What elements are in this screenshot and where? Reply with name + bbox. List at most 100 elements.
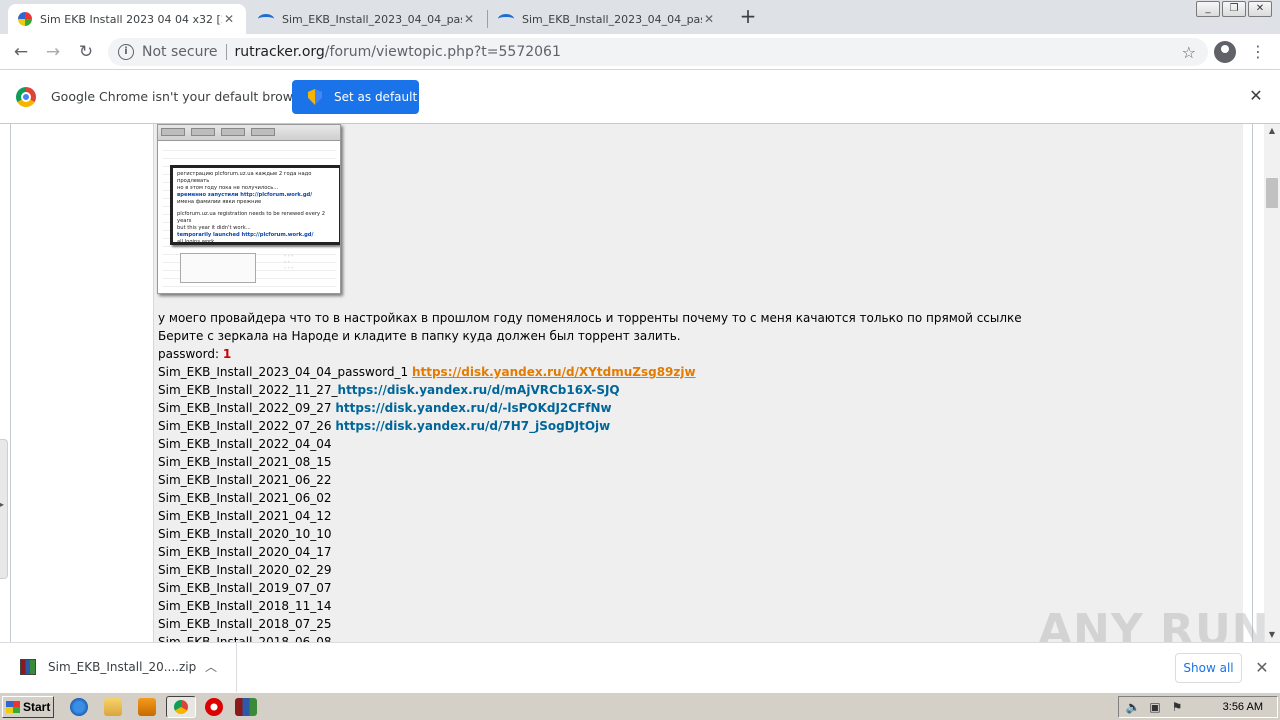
start-button[interactable]: Start: [2, 696, 54, 718]
close-window-button[interactable]: ✕: [1248, 1, 1272, 17]
tab-title: Sim_EKB_Install_2023_04_04_passw: [282, 12, 462, 26]
browser-toolbar: ← → ↻ i Not secure rutracker.org/forum/v…: [0, 34, 1280, 70]
link-row-name: Sim_EKB_Install_2023_04_04_password_1: [158, 365, 412, 379]
page-viewport: регистрацию plcforum.uz.ua каждые 2 года…: [0, 124, 1264, 642]
list-item: Sim_EKB_Install_2019_07_07: [158, 581, 332, 595]
link-row: Sim_EKB_Install_2022_09_27 https://disk.…: [158, 399, 612, 417]
post-line-2: Берите с зеркала на Народе и кладите в п…: [158, 329, 681, 343]
maximize-button[interactable]: ❐: [1222, 1, 1246, 17]
list-item: Sim_EKB_Install_2021_06_02: [158, 491, 332, 505]
internet-explorer-icon[interactable]: [70, 698, 88, 716]
tab-strip: Sim EKB Install 2023 04 04 x32 [2023 ✕ S…: [0, 0, 1280, 34]
download-shelf: Sim_EKB_Install_20....zip ︿ Show all ✕: [0, 642, 1280, 693]
list-item: Sim_EKB_Install_2021_04_12: [158, 509, 332, 523]
chrome-taskbar-button[interactable]: [166, 696, 196, 718]
yandex-link[interactable]: https://disk.yandex.ru/d/XYtdmuZsg89zjw: [412, 365, 696, 379]
screenshot-toolbar: [158, 125, 340, 141]
system-tray: 🔈 ▣ ⚑ 3:56 AM: [1118, 696, 1278, 718]
flag-tray-icon[interactable]: ⚑: [1169, 700, 1185, 714]
tab-3[interactable]: Sim_EKB_Install_2023_04_04_passw ✕: [488, 4, 726, 34]
tab-favicon-icon: [498, 14, 514, 24]
yandex-link[interactable]: https://disk.yandex.ru/d/mAjVRCb16X-SJQ: [338, 383, 620, 397]
forward-arrow-icon[interactable]: →: [42, 41, 64, 63]
reload-icon[interactable]: ↻: [75, 41, 97, 63]
page-scrollbar[interactable]: ▲ ▼: [1264, 124, 1280, 642]
chevron-up-icon[interactable]: ︿: [205, 658, 217, 675]
set-as-default-label: Set as default: [334, 90, 418, 104]
list-item: Sim_EKB_Install_2021_06_22: [158, 473, 332, 487]
url-host: rutracker.org: [234, 44, 325, 60]
speaker-icon[interactable]: 🔈: [1125, 700, 1141, 714]
new-tab-button[interactable]: +: [737, 6, 759, 28]
link-row: Sim_EKB_Install_2022_07_26 https://disk.…: [158, 417, 610, 435]
list-item: Sim_EKB_Install_2021_08_15: [158, 455, 332, 469]
post-line-1: у моего провайдера что то в настройках в…: [158, 311, 1022, 325]
tab-favicon-icon: [18, 12, 32, 26]
shelf-close-icon[interactable]: ✕: [1252, 658, 1272, 677]
list-item: Sim_EKB_Install_2018_11_14: [158, 599, 332, 613]
yandex-link[interactable]: https://disk.yandex.ru/d/-lsPOKdJ2CFfNw: [335, 401, 611, 415]
chrome-icon: [174, 700, 188, 714]
winrar-archive-icon: [20, 659, 36, 675]
shield-icon: [308, 89, 322, 105]
set-as-default-button[interactable]: Set as default: [292, 80, 419, 114]
popup-line: регистрацию plcforum.uz.ua каждые 2 года…: [177, 171, 312, 184]
password-value: 1: [222, 347, 232, 361]
minimize-button[interactable]: _: [1196, 1, 1220, 17]
popup-line: но в этом году пока не получилось...: [177, 185, 279, 191]
network-icon[interactable]: ▣: [1147, 700, 1163, 714]
tab-favicon-icon: [258, 14, 274, 24]
list-item: Sim_EKB_Install_2020_10_10: [158, 527, 332, 541]
scrollbar-thumb[interactable]: [1266, 178, 1278, 208]
back-arrow-icon[interactable]: ←: [10, 41, 32, 63]
folder-icon[interactable]: [104, 698, 122, 716]
list-item: Sim_EKB_Install_2020_02_29: [158, 563, 332, 577]
link-row-name: Sim_EKB_Install_2022_07_26: [158, 419, 336, 433]
info-icon[interactable]: i: [118, 44, 134, 60]
tab-close-icon[interactable]: ✕: [222, 12, 236, 26]
chrome-logo-icon: [16, 87, 36, 107]
list-item: Sim_EKB_Install_2018_06_08: [158, 635, 332, 642]
password-line: password: 1: [158, 345, 231, 363]
security-label: Not secure: [142, 44, 218, 60]
taskbar-clock: 3:56 AM: [1222, 701, 1263, 713]
scroll-up-icon[interactable]: ▲: [1264, 124, 1280, 138]
url-text[interactable]: rutracker.org/forum/viewtopic.php?t=5572…: [235, 44, 561, 60]
link-row: Sim_EKB_Install_2023_04_04_password_1 ht…: [158, 363, 696, 381]
tab-title: Sim_EKB_Install_2023_04_04_passw: [522, 12, 702, 26]
bookmark-star-icon[interactable]: ☆: [1182, 43, 1196, 62]
default-browser-infobar: Google Chrome isn't your default browser…: [0, 70, 1280, 124]
opera-icon[interactable]: [205, 698, 223, 716]
media-player-icon[interactable]: [138, 698, 156, 716]
popup-line: all logins work: [177, 239, 215, 245]
tab-close-icon[interactable]: ✕: [462, 12, 476, 26]
screenshot-popup: регистрацию plcforum.uz.ua каждые 2 года…: [170, 165, 340, 245]
popup-line: имена фамилии явки прежние: [177, 199, 262, 205]
infobar-message: Google Chrome isn't your default browser: [51, 89, 313, 104]
tab-close-icon[interactable]: ✕: [702, 12, 716, 26]
profile-avatar-icon[interactable]: [1214, 41, 1236, 63]
omnibox-divider: [225, 44, 227, 60]
tab-active[interactable]: Sim EKB Install 2023 04 04 x32 [2023 ✕: [8, 4, 246, 34]
list-item: Sim_EKB_Install_2020_04_17: [158, 545, 332, 559]
screenshot-textbox: [180, 253, 256, 283]
tab-title: Sim EKB Install 2023 04 04 x32 [2023: [40, 12, 222, 26]
winrar-icon[interactable]: [235, 698, 257, 716]
windows-taskbar: Start 🔈 ▣ ⚑ 3:56 AM: [0, 692, 1280, 720]
infobar-close-icon[interactable]: ✕: [1246, 86, 1266, 106]
list-item: Sim_EKB_Install_2022_04_04: [158, 437, 332, 451]
popup-line: временно запустили http://plcforum.work.…: [177, 192, 313, 198]
show-all-button[interactable]: Show all: [1175, 653, 1242, 683]
window-controls: _ ❐ ✕: [1196, 1, 1272, 17]
popup-line: temporarily launched http://plcforum.wor…: [177, 232, 314, 238]
popup-line: plcforum.uz.ua registration needs to be …: [177, 211, 326, 224]
yandex-link[interactable]: https://disk.yandex.ru/d/7H7_jSogDJtOjw: [335, 419, 610, 433]
embedded-screenshot-image[interactable]: регистрацию plcforum.uz.ua каждые 2 года…: [157, 124, 341, 294]
address-bar[interactable]: i Not secure rutracker.org/forum/viewtop…: [108, 38, 1208, 66]
download-item[interactable]: Sim_EKB_Install_20....zip ︿: [0, 643, 237, 693]
tab-2[interactable]: Sim_EKB_Install_2023_04_04_passw ✕: [248, 4, 486, 34]
side-panel-handle[interactable]: [0, 439, 8, 579]
link-row-name: Sim_EKB_Install_2022_09_27: [158, 401, 336, 415]
menu-kebab-icon[interactable]: ⋮: [1250, 40, 1266, 64]
link-row: Sim_EKB_Install_2022_11_27_https://disk.…: [158, 381, 620, 399]
